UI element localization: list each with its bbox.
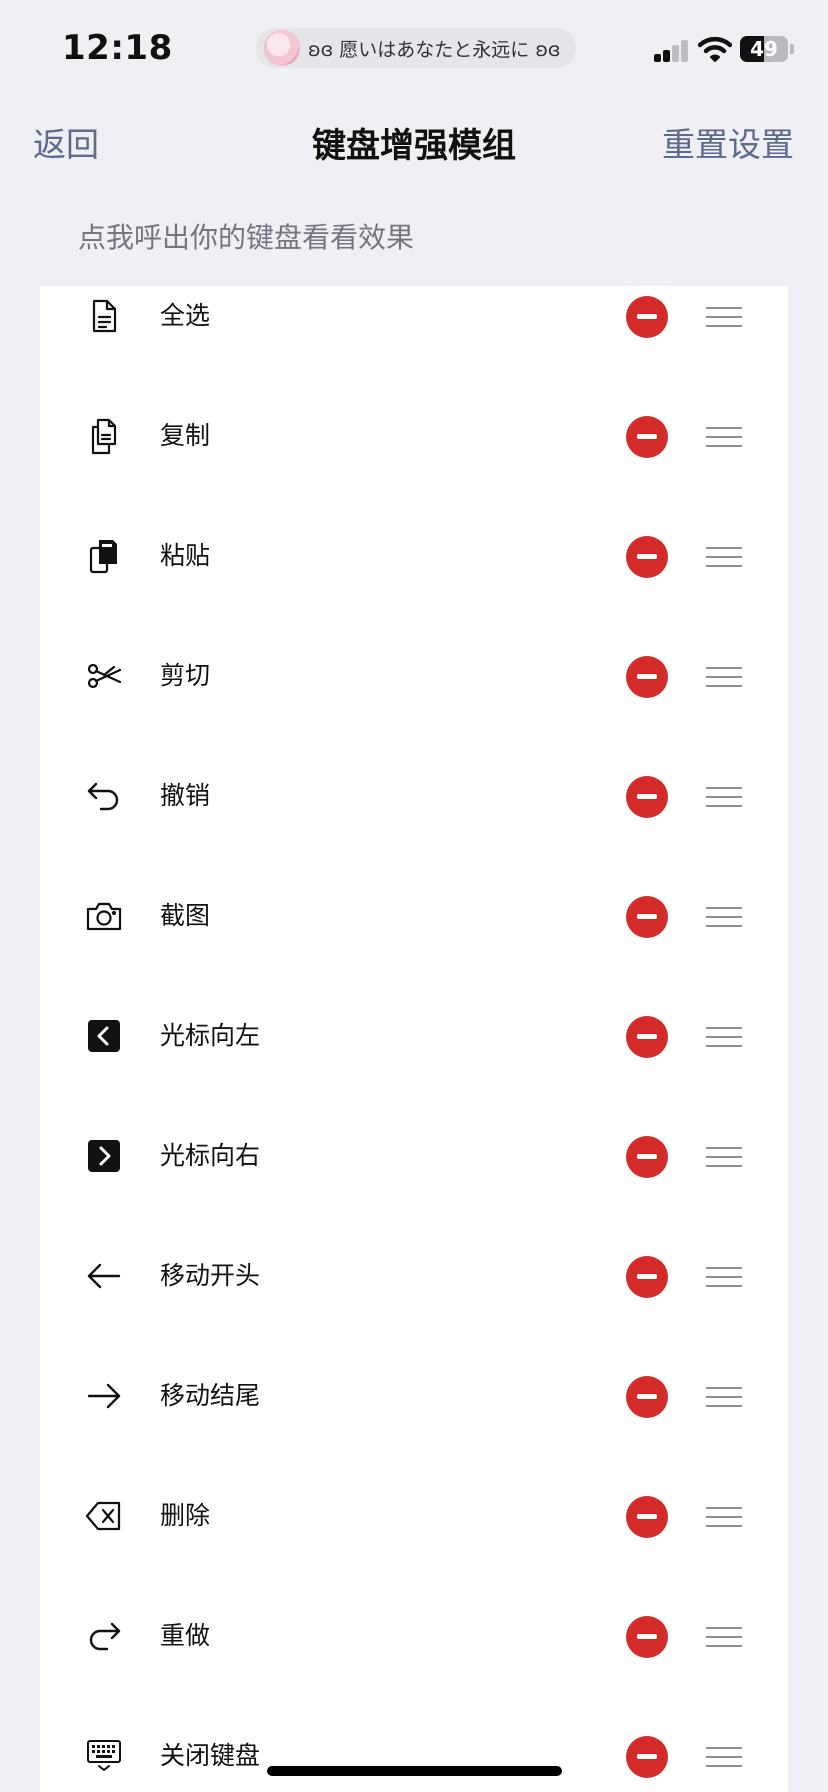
drag-handle-icon[interactable] [706, 307, 742, 327]
list-item-label: 重做 [160, 1621, 211, 1650]
list-item[interactable]: 光标向左 [40, 1016, 788, 1136]
drag-handle-icon[interactable] [706, 1027, 742, 1047]
drag-handle-icon[interactable] [706, 1387, 742, 1407]
list-item-label: 移动结尾 [160, 1381, 261, 1410]
drag-handle-icon[interactable] [706, 1507, 742, 1527]
now-playing-text: ʚɞ 愿いはあなたと永远に ʚɞ [308, 38, 561, 61]
keyboard-hide-icon [84, 1736, 124, 1776]
chevron-right-icon [84, 1136, 124, 1176]
document-icon [84, 296, 124, 336]
remove-button[interactable] [626, 1736, 668, 1778]
list-item[interactable]: 粘贴 [40, 536, 788, 656]
status-time: 12:18 [62, 28, 173, 68]
list-item-label: 全选 [160, 301, 211, 330]
remove-button[interactable] [626, 296, 668, 338]
drag-handle-icon[interactable] [706, 427, 742, 447]
list-item-label: 删除 [160, 1501, 211, 1530]
list-item[interactable]: 移动结尾 [40, 1376, 788, 1496]
keyboard-test-hint[interactable]: 点我呼出你的键盘看看效果 [78, 216, 414, 256]
list-item[interactable]: 光标向右 [40, 1136, 788, 1256]
battery-cap [790, 44, 794, 54]
list-item[interactable]: 删除 [40, 1496, 788, 1616]
list-item[interactable]: 重做 [40, 1616, 788, 1736]
list-item-label: 移动开头 [160, 1261, 261, 1290]
remove-button[interactable] [626, 416, 668, 458]
wifi-icon [697, 36, 733, 66]
drag-handle-icon[interactable] [706, 1267, 742, 1287]
drag-handle-icon[interactable] [706, 907, 742, 927]
list-item[interactable]: 移动开头 [40, 1256, 788, 1376]
undo-icon [84, 776, 124, 816]
drag-handle-icon[interactable] [706, 787, 742, 807]
list-item-label: 剪切 [160, 661, 211, 690]
cellular-signal-icon [654, 40, 690, 62]
list-item-label: 粘贴 [160, 541, 211, 570]
list-item[interactable]: 关闭键盘 [40, 1736, 788, 1792]
remove-button[interactable] [626, 1496, 668, 1538]
scissors-icon [84, 656, 124, 696]
drag-handle-icon[interactable] [706, 1147, 742, 1167]
chevron-left-icon [84, 1016, 124, 1056]
drag-handle-icon[interactable] [706, 1747, 742, 1767]
now-playing-pill[interactable]: ʚɞ 愿いはあなたと永远に ʚɞ [256, 28, 576, 68]
remove-button[interactable] [626, 1256, 668, 1298]
backspace-icon [84, 1496, 124, 1536]
remove-button[interactable] [626, 536, 668, 578]
list-item-label: 截图 [160, 901, 211, 930]
arrow-right-icon [84, 1376, 124, 1416]
list-item[interactable]: 剪切 [40, 656, 788, 776]
list-item[interactable]: 复制 [40, 416, 788, 536]
drag-handle-icon[interactable] [706, 667, 742, 687]
list-item-label: 关闭键盘 [160, 1741, 261, 1770]
reset-settings-button[interactable]: 重置设置 [662, 118, 794, 166]
drag-handle-icon[interactable] [706, 1627, 742, 1647]
navigation-bar: 返回 键盘增强模组 重置设置 [0, 108, 828, 172]
remove-button[interactable] [626, 1016, 668, 1058]
copy-icon [84, 416, 124, 456]
redo-icon [84, 1616, 124, 1656]
drag-handle-icon[interactable] [706, 547, 742, 567]
paste-icon [84, 536, 124, 576]
list-item-label: 光标向左 [160, 1021, 261, 1050]
remove-button[interactable] [626, 656, 668, 698]
now-playing-avatar [264, 30, 300, 66]
list-item[interactable]: 撤销 [40, 776, 788, 896]
remove-button[interactable] [626, 776, 668, 818]
list-item-label: 光标向右 [160, 1141, 261, 1170]
list-item[interactable]: 截图 [40, 896, 788, 1016]
battery-percent: 49 [750, 37, 778, 61]
remove-button[interactable] [626, 896, 668, 938]
status-bar: 12:18 ʚɞ 愿いはあなたと永远に ʚɞ 49 [0, 0, 828, 96]
remove-button[interactable] [626, 1136, 668, 1178]
battery-icon: 49 [740, 36, 788, 62]
remove-button[interactable] [626, 1376, 668, 1418]
home-indicator [267, 1766, 562, 1776]
list-item-label: 撤销 [160, 781, 211, 810]
arrow-left-icon [84, 1256, 124, 1296]
camera-icon [84, 896, 124, 936]
list-item[interactable]: 全选 [40, 296, 788, 416]
remove-button[interactable] [626, 1616, 668, 1658]
list-item-label: 复制 [160, 421, 211, 450]
keyboard-module-list: 全选复制粘贴剪切撤销截图光标向左光标向右移动开头移动结尾删除重做关闭键盘 [40, 286, 788, 1792]
